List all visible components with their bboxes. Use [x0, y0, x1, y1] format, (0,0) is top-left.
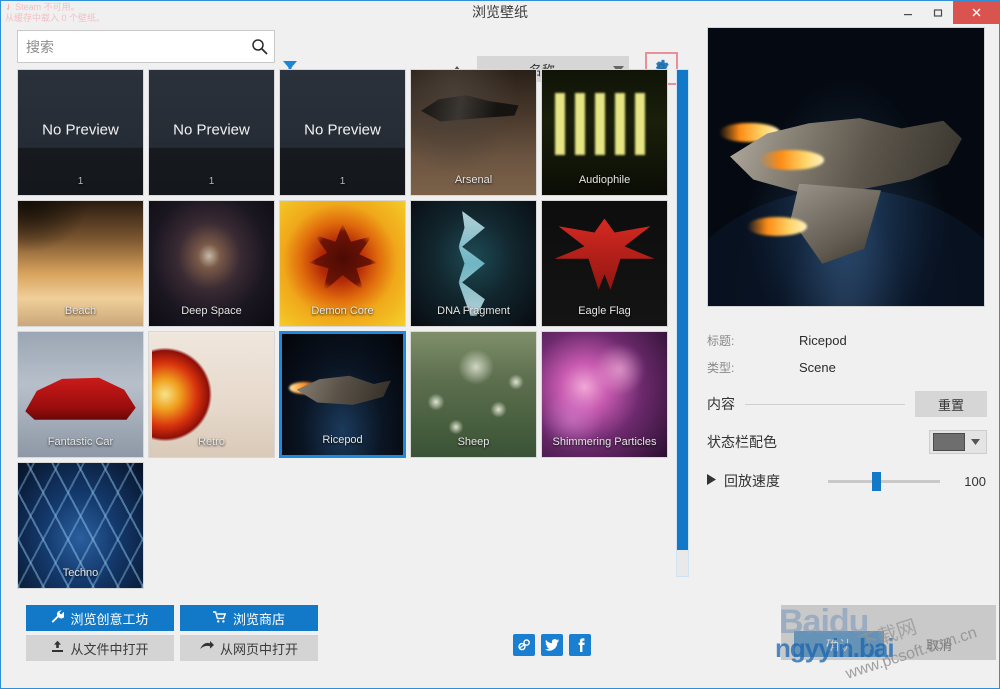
browse-workshop-label: 浏览创意工坊 — [70, 609, 148, 628]
wallpaper-tile[interactable]: No Preview 1 — [17, 69, 144, 196]
no-preview-label: No Preview — [149, 122, 274, 139]
scrollbar-thumb[interactable] — [677, 70, 688, 550]
open-from-web-label: 从网页中打开 — [220, 639, 298, 658]
wallpaper-title-label: DNA Fragment — [411, 296, 536, 326]
type-value: Scene — [799, 360, 836, 375]
wallpaper-tile[interactable]: Beach — [17, 200, 144, 327]
slider-handle[interactable] — [872, 472, 881, 491]
reset-button[interactable]: 重置 — [915, 391, 987, 417]
browse-store-button[interactable]: 浏览商店 — [180, 605, 318, 631]
search-input[interactable] — [18, 31, 244, 62]
cart-icon — [213, 611, 227, 626]
title-value: Ricepod — [799, 333, 847, 348]
browse-wallpapers-window: 浏览壁纸 ✓ Steam 不可用。 从缓存中载入 0 个壁纸。 — [0, 0, 1000, 689]
wallpaper-tile[interactable]: Retro — [148, 331, 275, 458]
open-from-web-button[interactable]: 从网页中打开 — [180, 635, 318, 661]
wallpaper-count-label: 1 — [280, 171, 405, 193]
wallpaper-count-label: 1 — [18, 171, 143, 193]
wallpaper-tile[interactable]: No Preview 1 — [279, 69, 406, 196]
expand-triangle-icon[interactable] — [707, 472, 716, 490]
title-label: 标题: — [707, 332, 799, 349]
wallpaper-title-label: Beach — [18, 296, 143, 326]
wallpaper-title-label: Arsenal — [411, 165, 536, 195]
status-message-cache: 从缓存中载入 0 个壁纸。 — [5, 13, 225, 24]
grid-scrollbar[interactable] — [676, 69, 689, 577]
steam-icon[interactable] — [513, 634, 535, 656]
type-label: 类型: — [707, 359, 799, 376]
wallpaper-info: 标题: Ricepod 类型: Scene — [707, 327, 987, 381]
wallpaper-preview-image — [707, 27, 985, 307]
color-swatch[interactable] — [933, 433, 965, 451]
engine-flame-icon — [289, 382, 320, 394]
chevron-down-icon[interactable] — [965, 439, 985, 445]
content-label: 内容 — [707, 394, 735, 414]
facebook-icon[interactable] — [569, 634, 591, 656]
wallpaper-tile[interactable]: Deep Space — [148, 200, 275, 327]
social-links — [513, 634, 591, 656]
playback-speed-label: 回放速度 — [724, 471, 828, 491]
wallpaper-tile[interactable]: Techno — [17, 462, 144, 589]
wallpaper-title-label: Shimmering Particles — [542, 427, 667, 457]
twitter-icon[interactable] — [541, 634, 563, 656]
wallpaper-tile[interactable]: No Preview 1 — [148, 69, 275, 196]
info-row-title: 标题: Ricepod — [707, 327, 987, 354]
open-from-file-label: 从文件中打开 — [70, 639, 148, 658]
wallpaper-tile[interactable]: Sheep — [410, 331, 537, 458]
playback-speed-value: 100 — [950, 474, 986, 489]
statusbar-colorscheme-row: 状态栏配色 — [707, 429, 987, 455]
wallpaper-title-label: Fantastic Car — [18, 427, 143, 457]
slider-track — [828, 480, 940, 483]
divider — [745, 404, 905, 405]
search-icon[interactable] — [244, 38, 274, 55]
cancel-button[interactable]: 取消 — [894, 631, 984, 657]
status-message-steam: ✓ Steam 不可用。 — [5, 2, 225, 13]
wrench-icon — [51, 610, 64, 626]
wallpaper-tile[interactable]: Fantastic Car — [17, 331, 144, 458]
minimize-button[interactable] — [893, 1, 923, 24]
engine-flame-icon — [758, 150, 824, 169]
wallpaper-title-label: Ricepod — [282, 425, 403, 455]
upload-icon — [51, 640, 64, 656]
confirm-button[interactable]: 确认 — [794, 631, 884, 657]
wallpaper-title-label: Audiophile — [542, 165, 667, 195]
colorscheme-label: 状态栏配色 — [707, 432, 777, 452]
color-picker-dropdown[interactable] — [929, 430, 987, 454]
window-controls — [893, 1, 999, 24]
info-row-type: 类型: Scene — [707, 354, 987, 381]
close-button[interactable] — [953, 1, 999, 24]
wallpaper-title-label: Retro — [149, 427, 274, 457]
no-preview-label: No Preview — [18, 122, 143, 139]
wallpaper-title-label: Demon Core — [280, 296, 405, 326]
browse-workshop-button[interactable]: 浏览创意工坊 — [26, 605, 174, 631]
wallpaper-count-label: 1 — [149, 171, 274, 193]
maximize-button[interactable] — [923, 1, 953, 24]
browse-store-label: 浏览商店 — [233, 609, 285, 628]
search-box[interactable] — [17, 30, 275, 63]
playback-speed-slider[interactable] — [828, 471, 940, 491]
wallpaper-tile[interactable]: Shimmering Particles — [541, 331, 668, 458]
wallpaper-tile[interactable]: Eagle Flag — [541, 200, 668, 327]
wallpaper-tile[interactable]: Audiophile — [541, 69, 668, 196]
wallpaper-grid[interactable]: No Preview 1 No Preview 1 No Preview 1 Arsenal… — [17, 69, 673, 576]
arrow-right-icon — [200, 641, 214, 656]
wallpaper-title-label: Deep Space — [149, 296, 274, 326]
wallpaper-tile[interactable]: Demon Core — [279, 200, 406, 327]
wallpaper-tile[interactable]: DNA Fragment — [410, 200, 537, 327]
wallpaper-title-label: Techno — [18, 558, 143, 588]
wallpaper-tile[interactable]: Ricepod — [279, 331, 406, 458]
wallpaper-title-label: Sheep — [411, 427, 536, 457]
playback-speed-row: 回放速度 100 — [707, 469, 987, 493]
open-from-file-button[interactable]: 从文件中打开 — [26, 635, 174, 661]
wallpaper-tile[interactable]: Arsenal — [410, 69, 537, 196]
wallpaper-title-label: Eagle Flag — [542, 296, 667, 326]
status-messages: ✓ Steam 不可用。 从缓存中载入 0 个壁纸。 — [5, 2, 225, 24]
no-preview-label: No Preview — [280, 122, 405, 139]
content-section-header: 内容 重置 — [707, 391, 987, 417]
toolbar: 名称 — [1, 24, 691, 69]
